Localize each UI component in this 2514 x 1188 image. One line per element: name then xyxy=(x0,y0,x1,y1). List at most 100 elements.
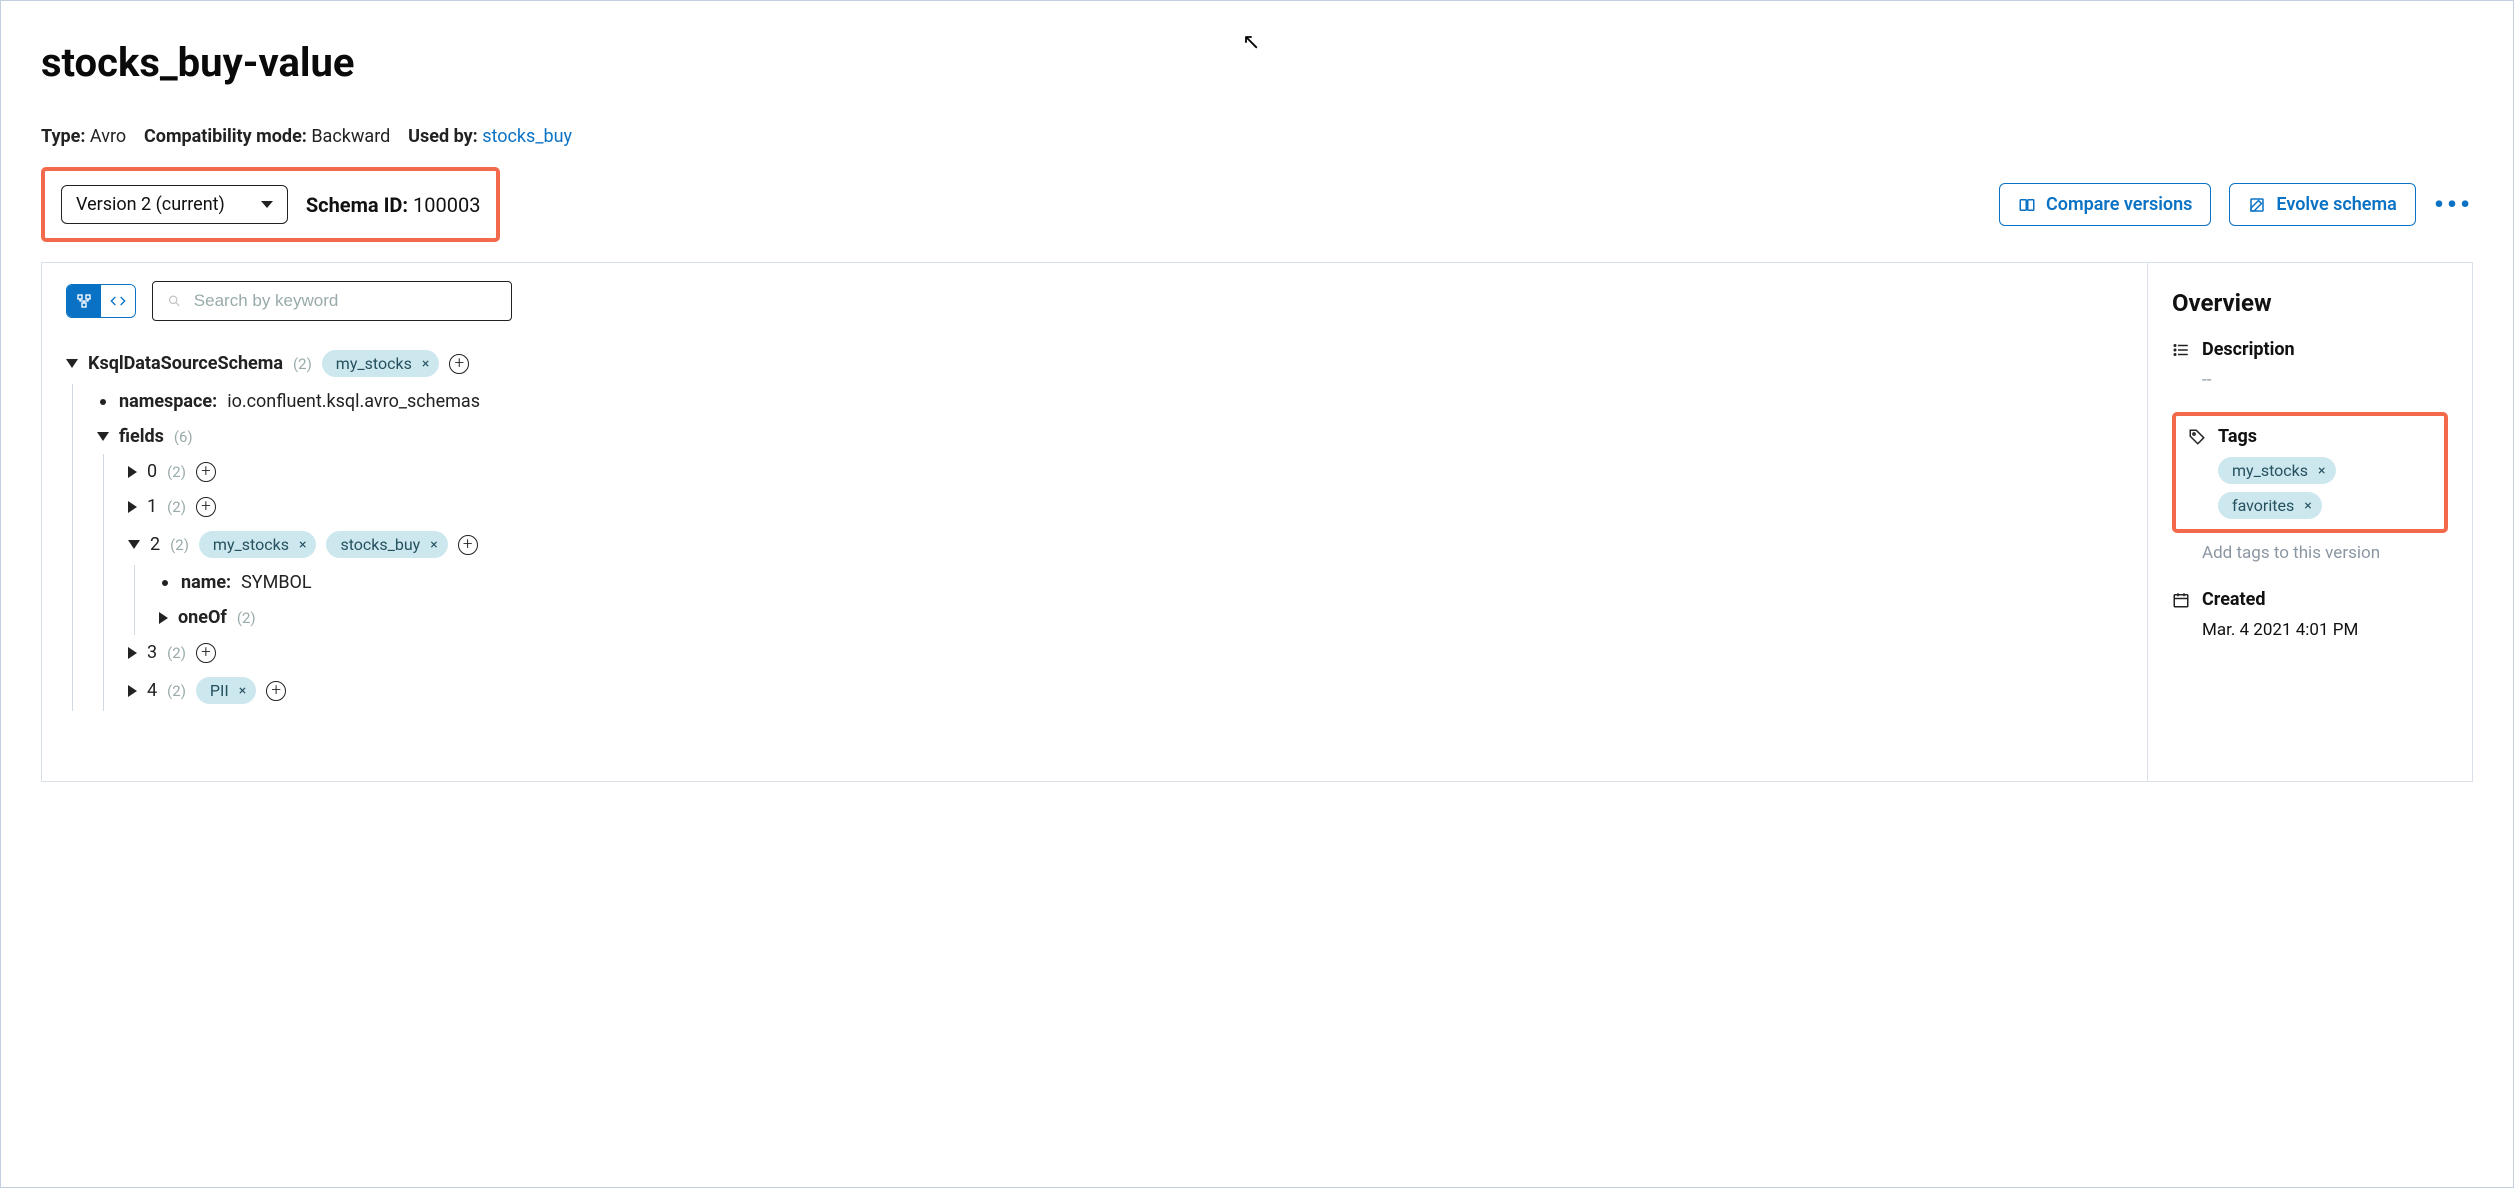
created-label: Created xyxy=(2202,589,2266,610)
tag-chip[interactable]: favorites × xyxy=(2218,492,2322,519)
tag-chip[interactable]: stocks_buy × xyxy=(326,531,447,558)
field-row[interactable]: 0 (2) + xyxy=(128,454,2123,489)
compat-label: Compatibility mode: xyxy=(144,126,307,147)
remove-tag-icon[interactable]: × xyxy=(295,537,310,553)
field-row[interactable]: 2 (2) my_stocks × stocks_buy × + xyxy=(128,524,2123,565)
field-name-value: SYMBOL xyxy=(241,572,312,593)
tags-label: Tags xyxy=(2218,426,2257,447)
tag-chip[interactable]: my_stocks × xyxy=(199,531,317,558)
evolve-schema-button[interactable]: Evolve schema xyxy=(2229,183,2415,226)
tag-icon xyxy=(2188,428,2206,446)
remove-tag-icon[interactable]: × xyxy=(426,537,441,553)
more-actions-button[interactable]: ••• xyxy=(2434,191,2473,219)
tag-chip-label: my_stocks xyxy=(336,354,412,373)
tree-view-tab[interactable] xyxy=(67,285,101,317)
add-tag-button[interactable]: + xyxy=(458,535,478,555)
tags-hint[interactable]: Add tags to this version xyxy=(2172,543,2448,563)
view-toggle[interactable] xyxy=(66,284,136,318)
field-name: 1 xyxy=(147,496,157,517)
edit-icon xyxy=(2248,196,2266,214)
search-box[interactable] xyxy=(152,281,512,321)
tree-namespace: namespace: io.confluent.ksql.avro_schema… xyxy=(97,384,2123,419)
calendar-icon xyxy=(2172,591,2190,609)
expand-icon xyxy=(128,540,140,549)
field-row[interactable]: 3 (2) + xyxy=(128,635,2123,670)
collapse-icon xyxy=(128,647,137,659)
mouse-cursor-icon: ↖ xyxy=(1242,30,1260,55)
code-view-tab[interactable] xyxy=(101,285,135,317)
field-count: (2) xyxy=(167,682,186,700)
type-value: Avro xyxy=(90,126,126,147)
expand-icon xyxy=(97,432,109,441)
description-label: Description xyxy=(2202,339,2295,360)
field-name: 0 xyxy=(147,461,157,482)
namespace-value: io.confluent.ksql.avro_schemas xyxy=(227,391,480,412)
remove-tag-icon[interactable]: × xyxy=(418,356,433,372)
evolve-schema-label: Evolve schema xyxy=(2276,194,2396,215)
remove-tag-icon[interactable]: × xyxy=(2314,463,2329,479)
collapse-icon xyxy=(128,685,137,697)
description-value: -- xyxy=(2172,370,2448,390)
bullet-icon xyxy=(100,399,106,405)
tree-root-label: KsqlDataSourceSchema xyxy=(88,353,283,374)
oneof-count: (2) xyxy=(237,609,256,627)
created-section: Created Mar. 4 2021 4:01 PM xyxy=(2172,589,2448,640)
description-section: Description -- xyxy=(2172,339,2448,390)
field-name: 4 xyxy=(147,680,157,701)
tree-root[interactable]: KsqlDataSourceSchema (2) my_stocks × + xyxy=(66,343,2123,384)
collapse-icon xyxy=(128,466,137,478)
add-tag-button[interactable]: + xyxy=(196,643,216,663)
schema-meta-row: Type: Avro Compatibility mode: Backward … xyxy=(41,126,2473,147)
usedby-link[interactable]: stocks_buy xyxy=(482,126,572,147)
fields-count: (6) xyxy=(174,428,193,446)
field-name: 2 xyxy=(150,534,160,555)
tree-fields[interactable]: fields (6) xyxy=(97,419,2123,454)
tree-icon xyxy=(76,293,92,309)
tag-chip-label: stocks_buy xyxy=(340,535,420,554)
tree-root-count: (2) xyxy=(293,355,312,373)
tag-chip[interactable]: my_stocks × xyxy=(2218,457,2336,484)
version-select[interactable]: Version 2 (current) xyxy=(61,185,288,224)
overview-heading: Overview xyxy=(2172,289,2448,317)
bullet-icon xyxy=(162,580,168,586)
add-tag-button[interactable]: + xyxy=(196,462,216,482)
namespace-label: namespace: xyxy=(119,391,217,412)
add-tag-button[interactable]: + xyxy=(196,497,216,517)
add-tag-button[interactable]: + xyxy=(449,354,469,374)
remove-tag-icon[interactable]: × xyxy=(235,683,250,699)
version-highlight: Version 2 (current) Schema ID: 100003 xyxy=(41,167,500,242)
expand-icon xyxy=(66,359,78,368)
chevron-down-icon xyxy=(261,201,273,208)
field-name-label: name: xyxy=(181,572,231,593)
compare-versions-label: Compare versions xyxy=(2046,194,2192,215)
type-label: Type: xyxy=(41,126,85,147)
tag-chip[interactable]: PII × xyxy=(196,677,256,704)
search-icon xyxy=(167,293,182,309)
field-row[interactable]: 1 (2) + xyxy=(128,489,2123,524)
created-value: Mar. 4 2021 4:01 PM xyxy=(2172,620,2448,640)
compat-value: Backward xyxy=(311,126,390,147)
tag-chip-label: my_stocks xyxy=(2232,461,2308,480)
fields-label: fields xyxy=(119,426,164,447)
field-count: (2) xyxy=(167,498,186,516)
field-name-row: name: SYMBOL xyxy=(159,565,2123,600)
list-icon xyxy=(2172,341,2190,359)
collapse-icon xyxy=(159,612,168,624)
tags-highlight: Tags my_stocks × favorites × xyxy=(2172,412,2448,533)
remove-tag-icon[interactable]: × xyxy=(2300,498,2315,514)
schema-id-value: 100003 xyxy=(413,193,480,217)
schema-id-label: Schema ID: xyxy=(306,193,408,217)
field-oneof-row[interactable]: oneOf (2) xyxy=(159,600,2123,635)
field-count: (2) xyxy=(170,536,189,554)
search-input[interactable] xyxy=(192,290,497,312)
tag-chip[interactable]: my_stocks × xyxy=(322,350,440,377)
tag-chip-label: favorites xyxy=(2232,496,2294,515)
compare-versions-button[interactable]: Compare versions xyxy=(1999,183,2211,226)
field-count: (2) xyxy=(167,463,186,481)
compare-icon xyxy=(2018,196,2036,214)
field-row[interactable]: 4 (2) PII × + xyxy=(128,670,2123,711)
add-tag-button[interactable]: + xyxy=(266,681,286,701)
tag-chip-label: my_stocks xyxy=(213,535,289,554)
code-icon xyxy=(110,293,126,309)
field-count: (2) xyxy=(167,644,186,662)
